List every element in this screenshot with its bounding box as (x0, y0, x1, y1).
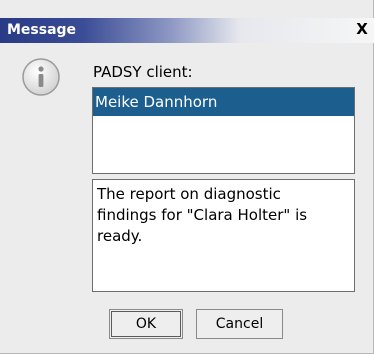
close-button[interactable]: X (354, 20, 370, 38)
info-icon (22, 58, 60, 96)
client-label: PADSY client: (93, 63, 193, 81)
list-item[interactable]: Meike Dannhorn (93, 88, 354, 116)
client-listbox[interactable]: Meike Dannhorn (92, 87, 355, 174)
message-dialog: Message X PADSY client: Meike Dannhorn T… (0, 0, 374, 354)
message-line-3: ready. (97, 227, 143, 245)
window-title: Message (7, 22, 77, 38)
message-line-1: The report on diagnostic (97, 185, 281, 203)
ok-button[interactable]: OK (109, 309, 183, 339)
cancel-button[interactable]: Cancel (196, 309, 283, 339)
message-line-2: findings for "Clara Holter" is (97, 206, 308, 224)
message-text-box: The report on diagnostic findings for "C… (92, 179, 355, 292)
title-bar[interactable]: Message X (0, 18, 374, 43)
